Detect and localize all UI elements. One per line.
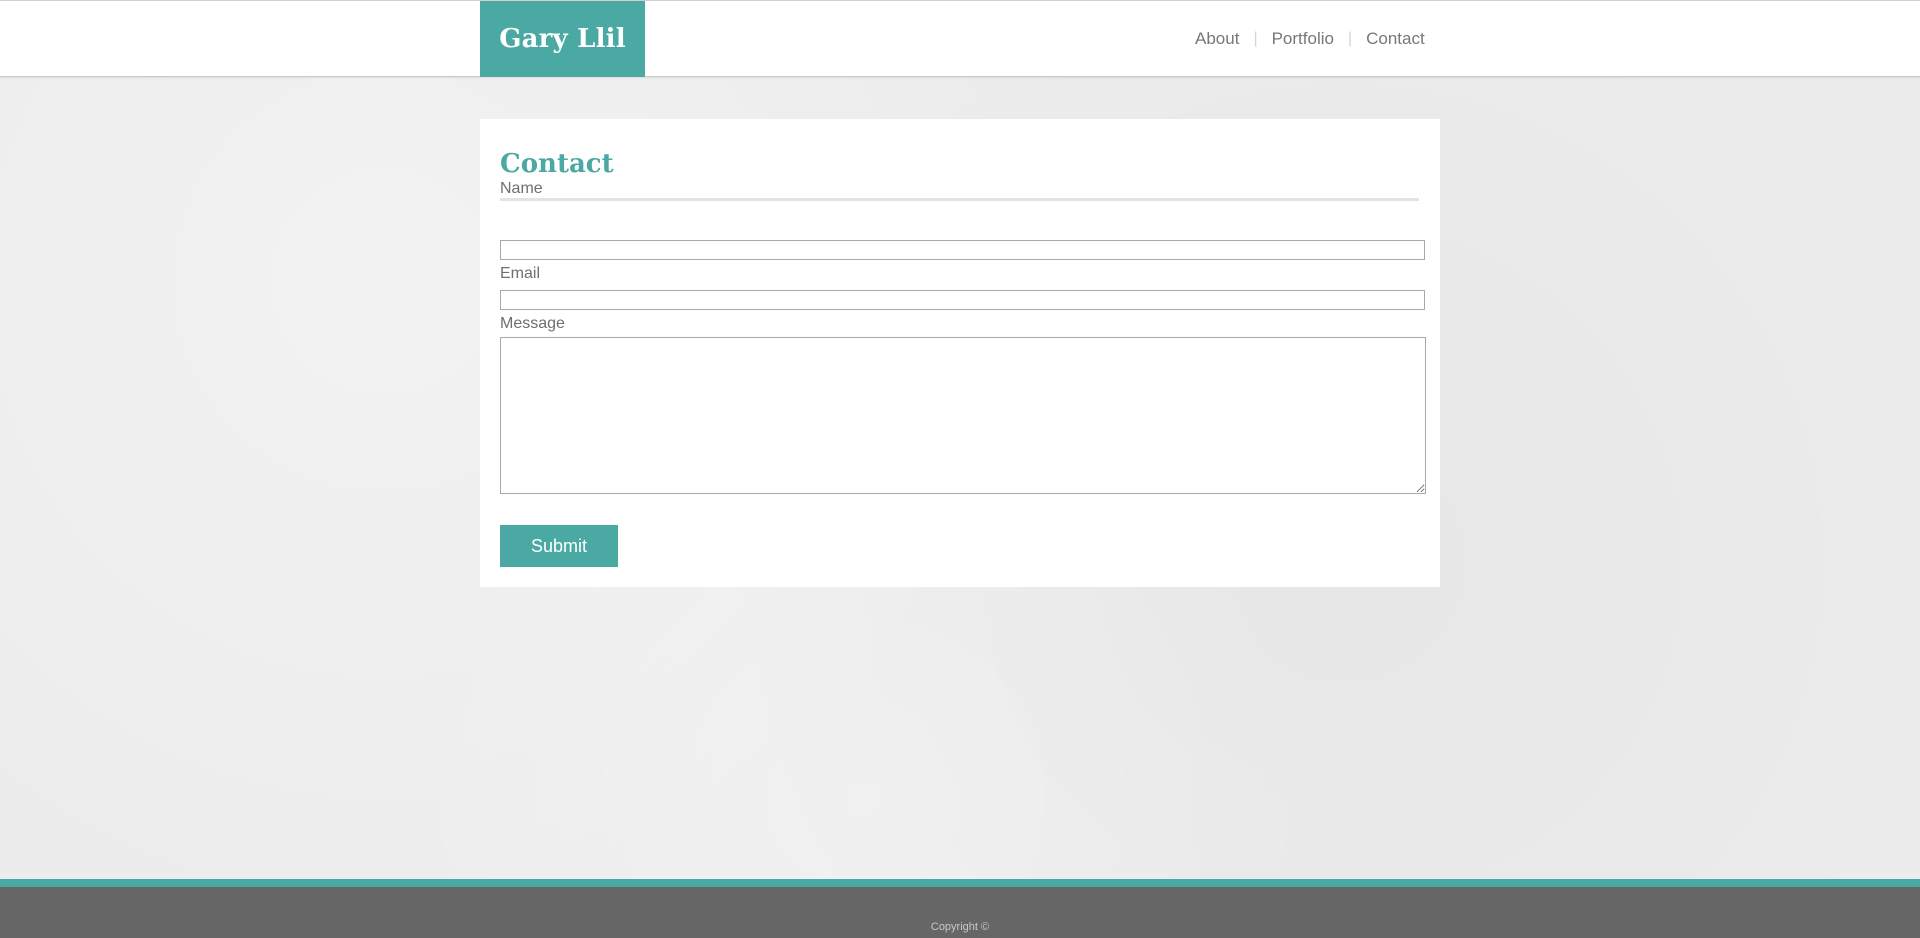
contact-card: Contact Name Email Message Submit xyxy=(480,119,1440,587)
email-field[interactable] xyxy=(500,290,1425,310)
site-footer: Copyright © xyxy=(0,887,1920,938)
nav-item-contact[interactable]: Contact xyxy=(1366,29,1425,49)
nav-separator: | xyxy=(1253,30,1258,47)
name-label: Name xyxy=(500,180,543,197)
message-field[interactable] xyxy=(500,337,1426,494)
footer-accent-bar xyxy=(0,879,1920,887)
nav-separator: | xyxy=(1347,30,1353,47)
site-logo[interactable]: Gary Llil xyxy=(480,1,645,77)
site-header: Gary Llil About | Portfolio | Contact xyxy=(0,0,1920,77)
submit-button[interactable]: Submit xyxy=(500,525,618,567)
title-divider xyxy=(500,198,1419,201)
main-nav: About | Portfolio | Contact xyxy=(1195,1,1425,77)
copyright-text: Copyright © xyxy=(930,921,990,933)
nav-item-portfolio[interactable]: Portfolio xyxy=(1272,29,1334,49)
message-label: Message xyxy=(500,315,565,332)
logo-text: Gary Llil xyxy=(499,24,626,54)
nav-item-about[interactable]: About xyxy=(1195,29,1239,49)
page-title: Contact xyxy=(500,149,614,179)
name-field[interactable] xyxy=(500,240,1425,260)
email-label: Email xyxy=(500,265,541,282)
